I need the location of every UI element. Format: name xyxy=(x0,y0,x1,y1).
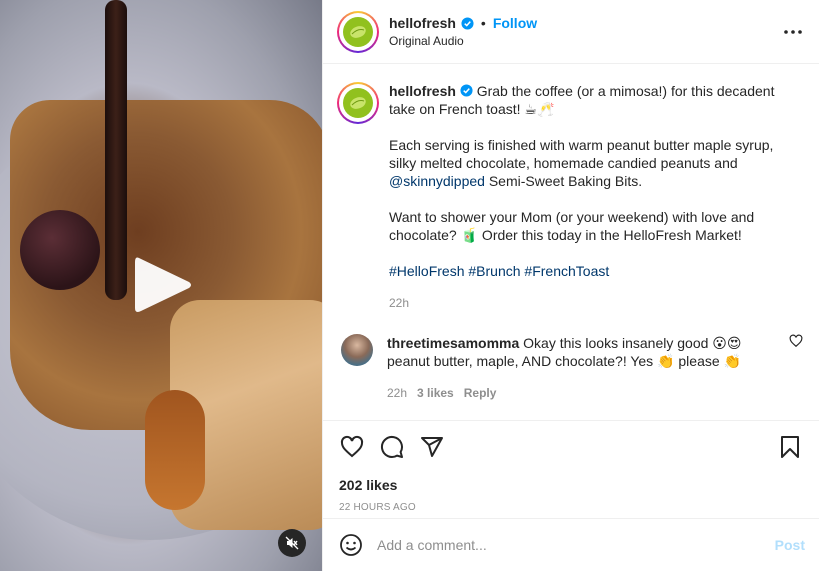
action-bar xyxy=(323,421,819,473)
hellofresh-logo-icon xyxy=(343,88,373,118)
caption-time[interactable]: 22h xyxy=(389,294,803,312)
post-timestamp[interactable]: 22 HOURS AGO xyxy=(323,497,819,519)
original-audio-link[interactable]: Original Audio xyxy=(389,34,781,48)
follow-button[interactable]: Follow xyxy=(493,15,537,31)
comments-section[interactable]: hellofresh Grab the coffee (or a mimosa!… xyxy=(323,64,819,421)
comment-likes-link[interactable]: 3 likes xyxy=(417,384,454,402)
play-icon xyxy=(135,257,191,312)
post-header: hellofresh • Follow Original Audio xyxy=(323,0,819,64)
commenter-username[interactable]: threetimesamomma xyxy=(387,335,519,351)
mention-link[interactable]: @skinnydipped xyxy=(389,173,485,189)
header-username[interactable]: hellofresh xyxy=(389,15,456,31)
comment-time[interactable]: 22h xyxy=(387,384,407,402)
video-player[interactable] xyxy=(0,0,322,571)
caption: hellofresh Grab the coffee (or a mimosa!… xyxy=(337,82,803,312)
caption-paragraph-3: Want to shower your Mom (or your weekend… xyxy=(389,209,755,243)
like-button[interactable] xyxy=(339,434,365,460)
caption-username[interactable]: hellofresh xyxy=(389,83,456,99)
hellofresh-logo-icon xyxy=(343,16,373,47)
commenter-avatar[interactable] xyxy=(341,334,373,366)
post-comment-button[interactable]: Post xyxy=(775,537,805,553)
save-button[interactable] xyxy=(777,434,803,460)
bookmark-icon xyxy=(781,436,799,458)
comment-item: threetimesamomma Okay this looks insanel… xyxy=(337,334,803,402)
hashtag-link[interactable]: #Brunch xyxy=(468,263,520,279)
comment-button[interactable] xyxy=(379,434,405,460)
more-options-button[interactable] xyxy=(781,20,805,44)
avatar[interactable] xyxy=(337,10,379,53)
instagram-post: hellofresh • Follow Original Audio hello… xyxy=(0,0,819,571)
verified-icon xyxy=(461,16,474,30)
likes-count[interactable]: 202 likes xyxy=(323,473,819,497)
comment-heart-icon[interactable] xyxy=(789,334,803,348)
heart-icon xyxy=(340,435,364,458)
mute-button[interactable] xyxy=(278,529,306,557)
comment-input[interactable] xyxy=(377,537,775,553)
separator-dot: • xyxy=(480,15,486,31)
hashtag-link[interactable]: #FrenchToast xyxy=(524,263,609,279)
share-button[interactable] xyxy=(419,434,445,460)
play-button[interactable] xyxy=(127,250,197,320)
caption-paragraph-2a: Each serving is finished with warm peanu… xyxy=(389,137,774,171)
more-icon xyxy=(784,29,802,34)
mute-icon xyxy=(285,536,299,550)
hashtag-link[interactable]: #HelloFresh xyxy=(389,263,464,279)
add-comment-bar: Post xyxy=(323,519,819,571)
caption-avatar[interactable] xyxy=(337,82,379,124)
post-sidebar: hellofresh • Follow Original Audio hello… xyxy=(322,0,819,571)
comment-icon xyxy=(380,435,403,458)
syrup-drip-image xyxy=(145,390,205,510)
share-icon xyxy=(421,437,443,457)
chocolate-drizzle-image xyxy=(105,0,127,300)
reply-button[interactable]: Reply xyxy=(464,384,497,402)
chocolate-image xyxy=(20,210,100,290)
caption-paragraph-2b: Semi-Sweet Baking Bits. xyxy=(484,173,643,189)
emoji-icon[interactable] xyxy=(339,533,363,557)
verified-icon xyxy=(460,84,473,97)
